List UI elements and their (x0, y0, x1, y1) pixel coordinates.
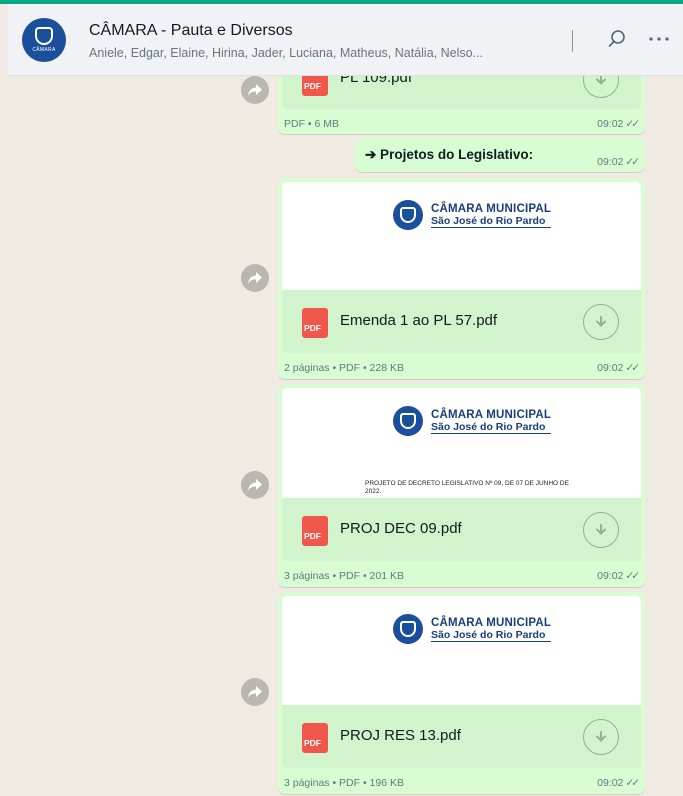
pdf-icon: PDF (302, 723, 328, 753)
file-name: PROJ RES 13.pdf (340, 727, 461, 744)
message-list[interactable]: PDF PL 109.pdf PDF • 6 MB 09:02 ✓✓ ➔ Proj… (8, 76, 683, 796)
document-preview[interactable]: CÂMARA MUNICIPAL São José do Rio Pardo (282, 596, 641, 705)
read-ticks-icon: ✓✓ (625, 570, 640, 582)
download-icon (596, 731, 606, 742)
crest-icon (35, 27, 53, 45)
download-icon (596, 76, 606, 85)
file-meta: 3 páginas • PDF • 196 KB (284, 777, 405, 789)
pdf-icon: PDF (302, 308, 328, 338)
forward-icon (248, 272, 262, 284)
file-message[interactable]: CÂMARA MUNICIPAL São José do Rio Pardo P… (278, 384, 645, 587)
download-button[interactable] (583, 76, 619, 98)
group-avatar[interactable]: CÂMARA (22, 18, 66, 62)
download-icon (596, 316, 606, 327)
text-message[interactable]: ➔ Projetos do Legislativo: 09:02 ✓✓ (355, 138, 645, 172)
document-preview[interactable]: CÂMARA MUNICIPAL São José do Rio Pardo (282, 182, 641, 290)
file-row[interactable]: PDF PL 109.pdf (282, 76, 641, 109)
more-horizontal-icon (649, 37, 669, 41)
pdf-icon: PDF (302, 516, 328, 546)
forward-button[interactable] (241, 678, 269, 706)
forward-icon (248, 84, 262, 96)
forward-button[interactable] (241, 471, 269, 499)
read-ticks-icon: ✓✓ (625, 362, 640, 374)
forward-icon (248, 479, 262, 491)
pdf-icon: PDF (302, 76, 328, 96)
camara-logo: CÂMARA MUNICIPAL São José do Rio Pardo (393, 614, 552, 644)
chat-title[interactable]: CÂMARA - Pauta e Diversos (89, 22, 293, 40)
read-ticks-icon: ✓✓ (625, 777, 640, 789)
download-button[interactable] (583, 304, 619, 340)
forward-icon (248, 686, 262, 698)
camara-logo: CÂMARA MUNICIPAL São José do Rio Pardo (393, 200, 552, 230)
avatar-label: CÂMARA (32, 47, 56, 53)
file-name: PROJ DEC 09.pdf (340, 520, 462, 537)
chat-header[interactable]: CÂMARA CÂMARA - Pauta e Diversos Aniele,… (8, 4, 683, 76)
crest-icon (393, 614, 423, 644)
read-ticks-icon: ✓✓ (625, 118, 640, 130)
file-name: Emenda 1 ao PL 57.pdf (340, 312, 498, 329)
file-row[interactable]: PDF PROJ RES 13.pdf (282, 705, 641, 768)
message-time: 09:02 ✓✓ (597, 156, 640, 168)
download-icon (596, 524, 606, 535)
message-time: 09:02 ✓✓ (597, 570, 640, 582)
forward-button[interactable] (241, 76, 269, 104)
file-name: PL 109.pdf (340, 76, 413, 86)
chat-participants[interactable]: Aniele, Edgar, Elaine, Hirina, Jader, Lu… (89, 46, 529, 60)
search-button[interactable] (602, 24, 632, 54)
document-text: 2022. (365, 488, 382, 495)
file-message[interactable]: CÂMARA MUNICIPAL São José do Rio Pardo P… (278, 178, 645, 379)
message-time: 09:02 ✓✓ (597, 118, 640, 130)
file-row[interactable]: PDF Emenda 1 ao PL 57.pdf (282, 290, 641, 353)
header-divider (572, 30, 573, 52)
file-row[interactable]: PDF PROJ DEC 09.pdf (282, 498, 641, 561)
forward-button[interactable] (241, 264, 269, 292)
menu-button[interactable] (644, 24, 674, 54)
message-text: ➔ Projetos do Legislativo: (365, 147, 534, 162)
file-meta: PDF • 6 MB (284, 118, 340, 130)
message-time: 09:02 ✓✓ (597, 777, 640, 789)
document-text: PROJETO DE DECRETO LEGISLATIVO Nº 09, DE… (365, 480, 569, 487)
file-meta: 3 páginas • PDF • 201 KB (284, 570, 405, 582)
search-icon (608, 30, 625, 47)
camara-logo: CÂMARA MUNICIPAL São José do Rio Pardo (393, 406, 552, 436)
download-button[interactable] (583, 719, 619, 755)
crest-icon (393, 406, 423, 436)
document-preview[interactable]: CÂMARA MUNICIPAL São José do Rio Pardo P… (282, 388, 641, 498)
read-ticks-icon: ✓✓ (625, 156, 640, 168)
crest-icon (393, 200, 423, 230)
file-meta: 2 páginas • PDF • 228 KB (284, 362, 405, 374)
file-message[interactable]: CÂMARA MUNICIPAL São José do Rio Pardo P… (278, 592, 645, 794)
message-time: 09:02 ✓✓ (597, 362, 640, 374)
file-message[interactable]: PDF PL 109.pdf PDF • 6 MB 09:02 ✓✓ (278, 76, 645, 134)
download-button[interactable] (583, 512, 619, 548)
